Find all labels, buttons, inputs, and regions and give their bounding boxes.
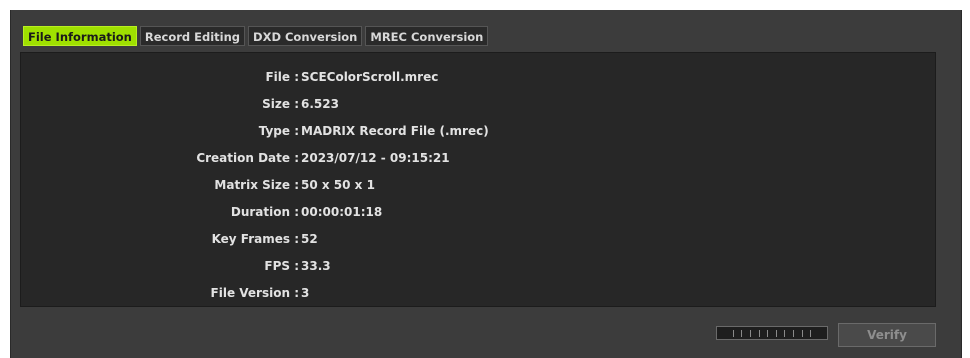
- file-value: SCEColorScroll.mrec: [301, 70, 439, 84]
- tab-mrec-conversion[interactable]: MREC Conversion: [365, 26, 489, 46]
- info-row-fps: FPS : 33.3: [21, 259, 935, 277]
- file-information-panel: File : SCEColorScroll.mrec Size : 6.523 …: [20, 52, 936, 307]
- progress-tick: [741, 329, 743, 337]
- info-row-key-frames: Key Frames : 52: [21, 232, 935, 250]
- progress-tick: [784, 329, 786, 337]
- info-row-type: Type : MADRIX Record File (.mrec): [21, 124, 935, 142]
- verify-button[interactable]: Verify: [838, 323, 936, 347]
- duration-value: 00:00:01:18: [301, 205, 383, 219]
- tab-record-editing[interactable]: Record Editing: [139, 26, 246, 46]
- fps-value: 33.3: [301, 259, 331, 273]
- progress-tick: [775, 329, 777, 337]
- key-frames-value: 52: [301, 232, 318, 246]
- progress-tick: [793, 329, 794, 337]
- info-row-size: Size : 6.523: [21, 97, 935, 115]
- tab-dxd-conversion[interactable]: DXD Conversion: [248, 26, 363, 46]
- file-version-label: File Version :: [210, 286, 299, 300]
- file-label: File :: [265, 70, 299, 84]
- info-row-matrix-size: Matrix Size : 50 x 50 x 1: [21, 178, 935, 196]
- type-value: MADRIX Record File (.mrec): [301, 124, 489, 138]
- info-row-file: File : SCEColorScroll.mrec: [21, 70, 935, 88]
- progress-tick: [749, 329, 751, 337]
- verify-progress-bar: [716, 326, 828, 340]
- tab-bar: File Information Record Editing DXD Conv…: [23, 26, 489, 46]
- key-frames-label: Key Frames :: [211, 232, 299, 246]
- tab-file-information[interactable]: File Information: [23, 26, 137, 46]
- info-row-duration: Duration : 00:00:01:18: [21, 205, 935, 223]
- creation-date-value: 2023/07/12 - 09:15:21: [301, 151, 450, 165]
- size-label: Size :: [262, 97, 299, 111]
- fps-label: FPS :: [264, 259, 299, 273]
- duration-label: Duration :: [230, 205, 299, 219]
- type-label: Type :: [258, 124, 299, 138]
- progress-tick: [810, 329, 812, 337]
- progress-tick: [758, 329, 760, 337]
- size-value: 6.523: [301, 97, 339, 111]
- progress-tick: [732, 329, 734, 337]
- matrix-size-value: 50 x 50 x 1: [301, 178, 375, 192]
- progress-tick: [767, 329, 769, 337]
- file-version-value: 3: [301, 286, 310, 300]
- info-row-file-version: File Version : 3: [21, 286, 935, 304]
- progress-tick: [801, 329, 803, 337]
- creation-date-label: Creation Date :: [196, 151, 299, 165]
- info-row-creation-date: Creation Date : 2023/07/12 - 09:15:21: [21, 151, 935, 169]
- matrix-size-label: Matrix Size :: [214, 178, 299, 192]
